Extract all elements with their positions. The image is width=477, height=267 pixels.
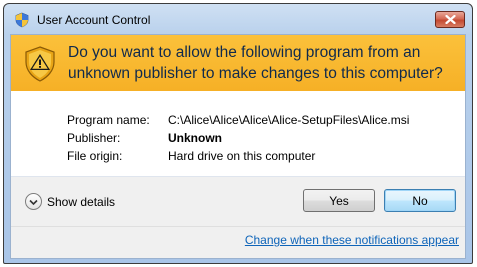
close-button[interactable]	[435, 11, 465, 28]
file-origin-row: File origin: Hard drive on this computer	[67, 147, 409, 165]
uac-shield-icon	[14, 12, 30, 28]
notification-settings-link[interactable]: Change when these notifications appear	[245, 233, 459, 247]
window-title: User Account Control	[37, 13, 151, 27]
publisher-label: Publisher:	[67, 131, 121, 145]
warning-shield-icon	[24, 46, 56, 82]
footer-divider	[11, 226, 465, 227]
chevron-down-icon	[29, 193, 38, 211]
show-details-toggle[interactable]	[25, 193, 42, 210]
file-origin-label: File origin:	[67, 149, 123, 163]
publisher-row: Publisher: Unknown	[67, 129, 409, 147]
show-details-label[interactable]: Show details	[47, 195, 115, 209]
no-button[interactable]: No	[384, 189, 456, 212]
program-name-value: C:\Alice\Alice\Alice\Alice-SetupFiles\Al…	[168, 113, 410, 127]
close-icon	[444, 11, 456, 29]
file-origin-value: Hard drive on this computer	[168, 149, 316, 163]
program-name-label: Program name:	[67, 113, 150, 127]
program-details: Program name: C:\Alice\Alice\Alice\Alice-…	[67, 111, 409, 165]
uac-dialog: User Account Control Do you want to allo…	[3, 3, 473, 264]
warning-banner: Do you want to allow the following progr…	[11, 35, 465, 91]
dialog-body: Do you want to allow the following progr…	[10, 34, 466, 259]
title-bar[interactable]: User Account Control	[4, 4, 472, 34]
publisher-value: Unknown	[168, 131, 222, 145]
program-name-row: Program name: C:\Alice\Alice\Alice\Alice-…	[67, 111, 409, 129]
prompt-question: Do you want to allow the following progr…	[68, 44, 443, 82]
yes-button[interactable]: Yes	[303, 189, 375, 212]
footer-area: Show details Yes No Change when these no…	[11, 177, 465, 258]
